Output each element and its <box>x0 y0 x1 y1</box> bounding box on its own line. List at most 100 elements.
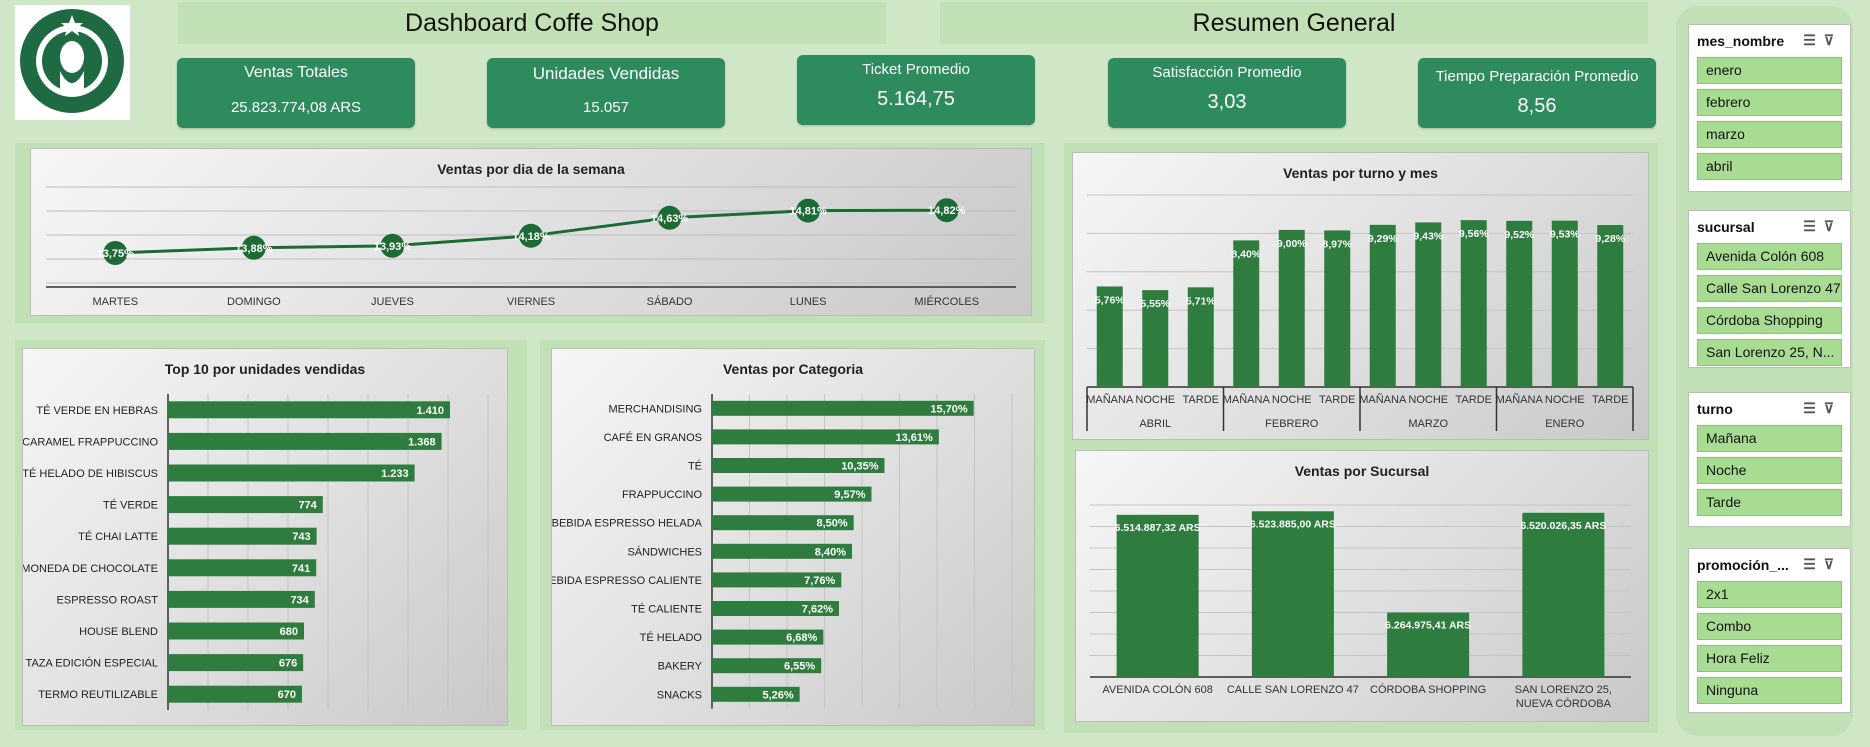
kpi-value: 3,03 <box>1207 91 1247 113</box>
slicer-title: mes_nombre <box>1697 33 1785 49</box>
slicer-item[interactable]: Córdoba Shopping <box>1697 307 1842 334</box>
dashboard-title: Dashboard Coffe Shop <box>178 2 886 44</box>
bar <box>1506 220 1533 387</box>
data-label: 8,97% <box>1322 238 1352 250</box>
slicer-item[interactable]: Combo <box>1697 613 1842 640</box>
data-label: 5,26% <box>762 689 793 701</box>
slicer-item[interactable]: Hora Feliz <box>1697 645 1842 672</box>
tick-label: JUEVES <box>371 296 414 308</box>
tick-label: NOCHE <box>1408 394 1448 406</box>
chart-ventas-dia-semana: Ventas por dia de la semana 13,75% MARTES… <box>30 148 1032 316</box>
clear-filter-icon[interactable]: ⊽ <box>1824 556 1842 572</box>
slicer-item[interactable]: 2x1 <box>1697 581 1842 608</box>
bar <box>1597 225 1624 387</box>
tick-label: ESPRESSO ROAST <box>57 594 159 606</box>
data-label: 1.410 <box>416 405 444 417</box>
slicer-item[interactable]: marzo <box>1697 121 1842 148</box>
data-label: 9,53% <box>1550 229 1580 241</box>
multi-select-icon[interactable]: ☰ <box>1803 218 1824 234</box>
data-label: 13,61% <box>896 432 934 444</box>
data-label: 9,28% <box>1595 233 1625 245</box>
slicer-title: sucursal <box>1697 219 1755 235</box>
slicer-item[interactable]: San Lorenzo 25, N... <box>1697 339 1842 366</box>
tick-label: BEBIDA ESPRESSO CALIENTE <box>552 575 702 587</box>
data-label: 13,75% <box>97 248 135 260</box>
data-label: 1.233 <box>381 468 409 480</box>
tick-label: BAKERY <box>658 661 703 673</box>
kpi-label: Tiempo Preparación Promedio <box>1435 68 1639 85</box>
group-label: ABRIL <box>1139 418 1171 430</box>
data-label: 734 <box>290 594 309 606</box>
data-label: 9,56% <box>1459 228 1489 240</box>
data-label: 10,35% <box>841 461 879 473</box>
data-label: 14,82% <box>928 205 966 217</box>
multi-select-icon[interactable]: ☰ <box>1803 32 1824 48</box>
data-label: 6,68% <box>786 632 817 644</box>
tick-label: SÁNDWICHES <box>627 545 702 558</box>
chart-ventas-turno-mes: Ventas por turno y mes 5,76% MAÑANA 5,55% N… <box>1072 152 1649 440</box>
data-label: 6,55% <box>784 661 815 673</box>
clear-filter-icon[interactable]: ⊽ <box>1824 400 1842 416</box>
clear-filter-icon[interactable]: ⊽ <box>1824 32 1842 48</box>
chart-ventas-sucursal: Ventas por Sucursal 6.514.887,32 ARS AVEN… <box>1075 450 1649 722</box>
slicer-item[interactable]: Noche <box>1697 457 1842 484</box>
data-label: 1.368 <box>408 436 436 448</box>
tick-label: HOUSE BLEND <box>79 626 158 638</box>
bar <box>1415 222 1442 387</box>
group-label: MARZO <box>1408 418 1448 430</box>
tick-label: TÉ CALIENTE <box>631 603 702 616</box>
data-label: 15,70% <box>930 403 968 415</box>
slicer-item[interactable]: Avenida Colón 608 <box>1697 243 1842 270</box>
slicer-mes: mes_nombre ☰⊽ enero febrero marzo abril <box>1688 24 1851 192</box>
data-label: 14,18% <box>512 231 550 243</box>
tick-label: TÉ CHAI LATTE <box>78 530 158 543</box>
tick-label: MIÉRCOLES <box>914 295 979 308</box>
tick-label: MAÑANA <box>1359 393 1407 406</box>
multi-select-icon[interactable]: ☰ <box>1803 556 1824 572</box>
chart-top10-unidades: Top 10 por unidades vendidas 1.410 TÉ VER… <box>22 348 508 726</box>
tick-label: FRAPPUCCINO <box>622 489 703 501</box>
data-label: 5,76% <box>1095 294 1125 306</box>
tick-label: MARTES <box>92 296 138 308</box>
slicer-item[interactable]: febrero <box>1697 89 1842 116</box>
kpi-value: 15.057 <box>583 99 629 116</box>
clear-filter-icon[interactable]: ⊽ <box>1824 218 1842 234</box>
kpi-label: Satisfacción Promedio <box>1152 64 1302 81</box>
slicer-item[interactable]: Calle San Lorenzo 47 <box>1697 275 1842 302</box>
kpi-value: 5.164,75 <box>877 88 955 110</box>
bar <box>1278 229 1305 387</box>
kpi-ventas-totales: Ventas Totales 25.823.774,08 ARS <box>177 58 415 128</box>
data-label: 8,40% <box>815 546 846 558</box>
tick-label: MAÑANA <box>1223 393 1271 406</box>
kpi-label: Ticket Promedio <box>862 61 970 78</box>
data-label: 7,62% <box>802 604 833 616</box>
slicer-item[interactable]: enero <box>1697 57 1842 84</box>
slicer-item[interactable]: abril <box>1697 153 1842 180</box>
slicer-item[interactable]: Ninguna <box>1697 677 1842 704</box>
bar <box>1522 512 1605 677</box>
bar <box>1551 220 1578 387</box>
tick-label: SAN LORENZO 25, <box>1515 684 1612 696</box>
tick-label: TÉ VERDE EN HEBRAS <box>36 404 158 417</box>
data-label: 9,52% <box>1504 229 1534 241</box>
data-label: 743 <box>292 531 310 543</box>
slicer-sucursal: sucursal ☰⊽ Avenida Colón 608 Calle San L… <box>1688 210 1851 368</box>
data-label: 774 <box>298 500 317 512</box>
tick-label: AVENIDA COLÓN 608 <box>1102 683 1212 696</box>
tick-label: BEBIDA ESPRESSO HELADA <box>552 518 703 530</box>
kpi-value: 25.823.774,08 ARS <box>230 99 362 116</box>
multi-select-icon[interactable]: ☰ <box>1803 400 1824 416</box>
tick-label: TÉ HELADO <box>640 631 703 644</box>
data-label: 5,55% <box>1140 298 1170 310</box>
data-label: 13,93% <box>374 241 412 253</box>
data-label: 9,43% <box>1413 230 1443 242</box>
group-label: FEBRERO <box>1265 418 1319 430</box>
tick-label: NOCHE <box>1545 394 1585 406</box>
slicer-item[interactable]: Tarde <box>1697 489 1842 516</box>
data-label: 6.520.026,35 ARS <box>1520 520 1606 532</box>
tick-label: TARDE <box>1592 394 1628 406</box>
kpi-ticket-promedio: Ticket Promedio 5.164,75 <box>797 55 1035 125</box>
slicer-item[interactable]: Mañana <box>1697 425 1842 452</box>
tick-label: LUNES <box>790 296 827 308</box>
tick-label: TARDE <box>1319 394 1355 406</box>
